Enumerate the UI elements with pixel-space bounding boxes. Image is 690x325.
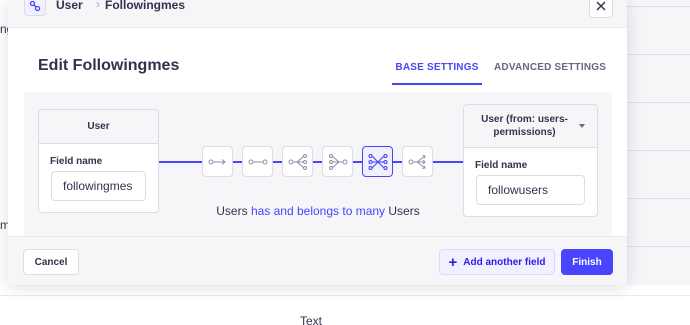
many-to-one-icon [328, 153, 347, 170]
cancel-button[interactable]: Cancel [23, 249, 79, 275]
relation-one-to-many-button[interactable] [282, 146, 313, 177]
right-content-type-card: User (from: users-permissions) Field nam… [463, 104, 598, 217]
relation-many-to-one-button[interactable] [322, 146, 353, 177]
tab-base-settings[interactable]: BASE SETTINGS [392, 62, 482, 85]
relation-icon [24, 0, 46, 16]
relation-one-way-button[interactable] [202, 146, 233, 177]
left-card-header: User [39, 110, 158, 144]
relation-panel: User Field name followingmes User (from:… [24, 92, 612, 236]
finish-button[interactable]: Finish [561, 249, 613, 275]
chevron-right-icon: › [96, 0, 100, 11]
modal-title: Edit Followingmes [38, 57, 180, 74]
relation-one-to-one-button[interactable] [242, 146, 273, 177]
right-field-name-input[interactable]: followusers [476, 175, 585, 205]
target-content-type-select[interactable]: User (from: users-permissions) [464, 105, 597, 148]
close-button[interactable] [589, 0, 613, 18]
relation-many-way-button[interactable] [402, 146, 433, 177]
background-text-label: Text [300, 314, 323, 325]
left-content-type-card: User Field name followingmes [38, 109, 159, 213]
caret-down-icon [579, 124, 585, 128]
tab-advanced-settings[interactable]: ADVANCED SETTINGS [494, 62, 606, 73]
modal-footer: Cancel + Add another field Finish [8, 236, 627, 285]
field-name-label: Field name [475, 160, 528, 171]
many-to-many-icon [367, 153, 388, 170]
edit-field-modal: User › Followingmes Edit Followingmes BA… [8, 0, 627, 285]
add-another-field-button[interactable]: + Add another field [439, 249, 555, 275]
modal-header: User › Followingmes [8, 0, 627, 28]
right-card-header: User (from: users-permissions) [481, 114, 568, 138]
breadcrumb-item-field: Followingmes [105, 0, 186, 12]
one-to-many-icon [288, 153, 307, 170]
relation-many-to-many-button[interactable] [362, 146, 393, 177]
relation-type-text: has and belongs to many [250, 204, 386, 218]
relation-right-type: Users [388, 204, 420, 218]
many-way-icon [408, 154, 426, 169]
plus-icon: + [448, 253, 458, 271]
relation-description: Users has and belongs to many Users [24, 204, 612, 218]
one-to-one-icon [248, 159, 267, 164]
background-page [627, 0, 690, 325]
one-way-icon [208, 158, 226, 165]
relation-left-type: Users [216, 204, 248, 218]
left-field-name-input[interactable]: followingmes [51, 171, 146, 201]
field-name-label: Field name [50, 156, 103, 167]
breadcrumb-item-user: User [56, 0, 83, 12]
close-icon [596, 1, 606, 11]
background-table [0, 285, 690, 325]
